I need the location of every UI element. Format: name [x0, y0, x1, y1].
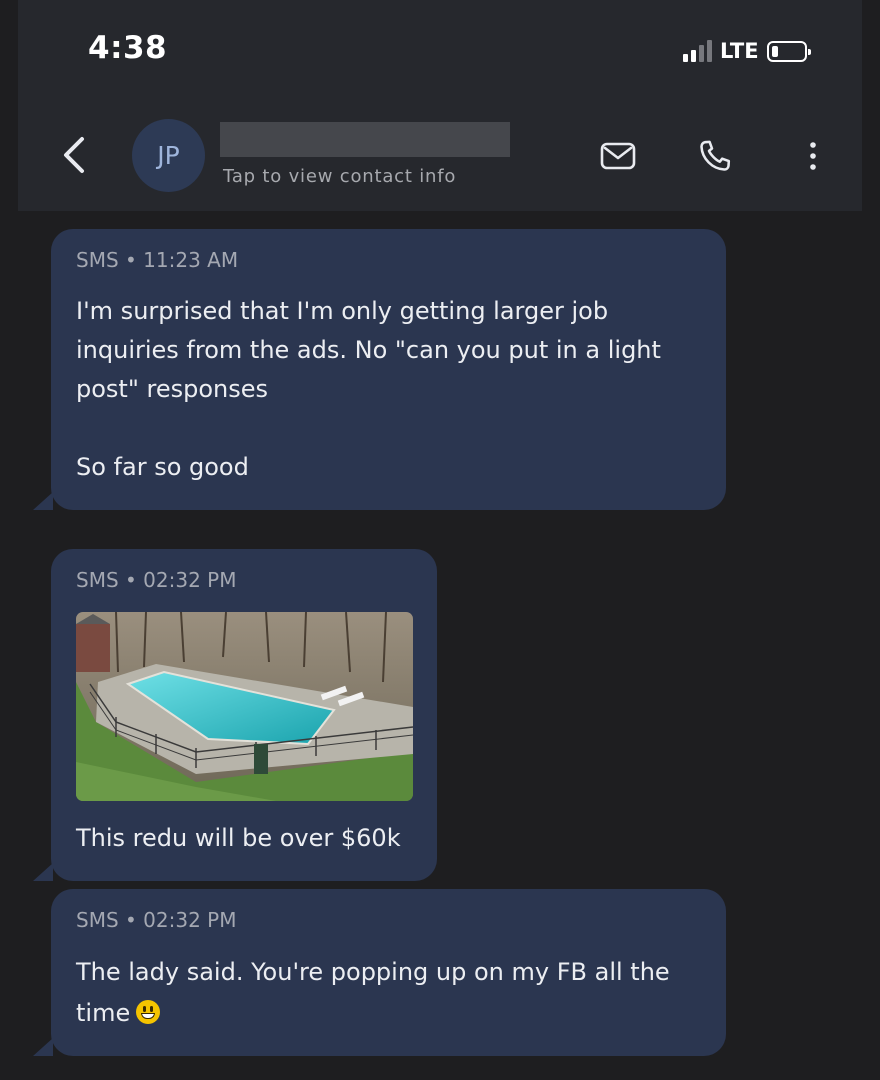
status-indicators: LTE	[683, 37, 811, 65]
bubble-tail	[33, 863, 53, 881]
signal-icon	[683, 40, 712, 62]
message-text-container: The lady said. You're popping up on my F…	[76, 952, 701, 1034]
message-photo[interactable]	[76, 612, 413, 801]
more-options-button[interactable]	[794, 138, 832, 174]
status-time: 4:38	[88, 30, 168, 66]
message-text: This redu will be over $60k	[76, 824, 401, 852]
message-bubble[interactable]: SMS • 02:32 PM The lady said. You're pop…	[33, 889, 726, 1056]
message-text: I'm surprised that I'm only getting larg…	[76, 297, 661, 481]
battery-icon	[766, 40, 811, 62]
network-label: LTE	[720, 39, 759, 63]
message-bubble[interactable]: SMS • 11:23 AM I'm surprised that I'm on…	[33, 229, 726, 510]
phone-icon	[700, 140, 731, 171]
contact-name-redacted[interactable]	[220, 122, 510, 157]
message-meta: SMS • 02:32 PM	[76, 568, 237, 592]
back-button[interactable]	[60, 135, 90, 175]
message-text: The lady said. You're popping up on my F…	[76, 958, 678, 1027]
bubble-tail	[33, 492, 53, 510]
more-vertical-icon	[810, 142, 816, 170]
contact-info-subtitle[interactable]: Tap to view contact info	[223, 166, 456, 187]
grinning-face-emoji-icon	[136, 1000, 161, 1024]
mail-icon	[600, 142, 636, 170]
chevron-left-icon	[64, 137, 84, 173]
message-bubble[interactable]: SMS • 02:32 PM This redu will be over $6…	[33, 549, 437, 881]
avatar[interactable]: JP	[132, 119, 205, 192]
call-button[interactable]	[696, 138, 734, 174]
message-meta: SMS • 11:23 AM	[76, 248, 239, 272]
message-meta: SMS • 02:32 PM	[76, 908, 237, 932]
bubble-tail	[33, 1038, 53, 1056]
mail-button[interactable]	[599, 138, 637, 174]
pool-photo	[76, 612, 413, 801]
